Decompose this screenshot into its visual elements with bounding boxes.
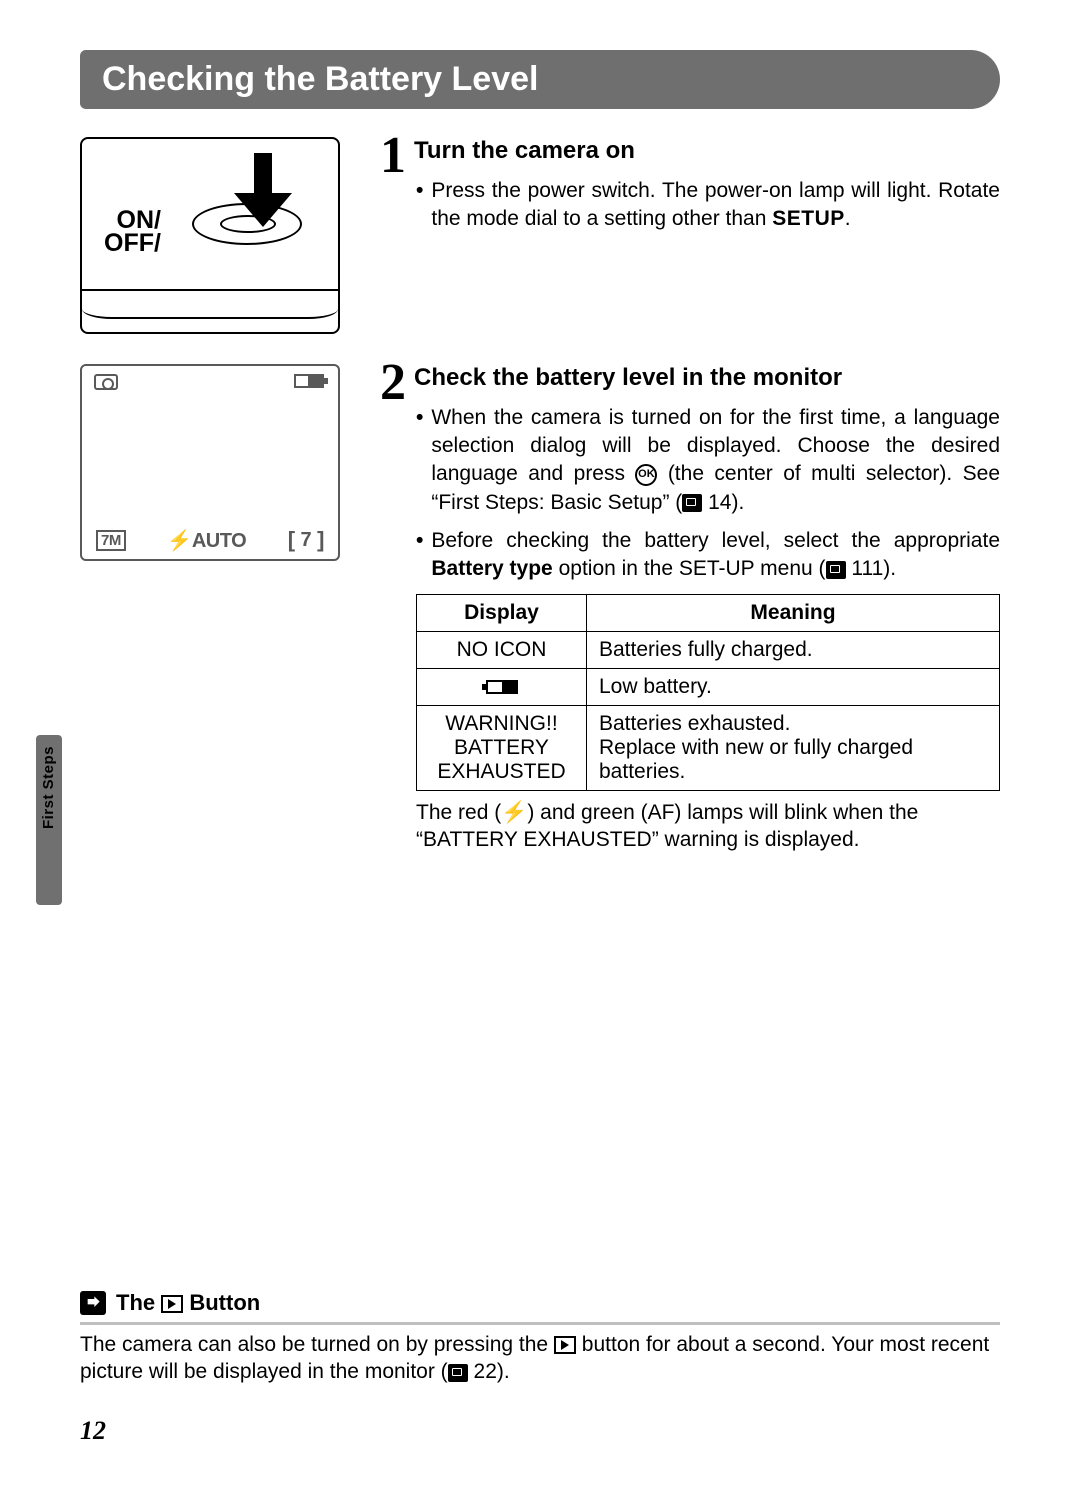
step-1-title: Turn the camera on [414,137,635,165]
display-cell [417,668,587,705]
page-ref-icon [826,561,846,579]
step-1-row: ON/ OFF/ 1 Turn the camera on • [80,137,1000,334]
display-cell: NO ICON [417,631,587,668]
playback-button-icon [554,1336,576,1354]
camera-mode-icon [94,374,118,390]
playback-button-icon [161,1295,183,1313]
illustration-monitor: 7M ⚡AUTO [ 7 ] [80,364,340,854]
table-row: WARNING!! BATTERY EXHAUSTEDBatteries exh… [417,705,1000,790]
meaning-cell: Batteries fully charged. [587,631,1000,668]
resolution-label: 7M [96,530,126,551]
info-icon [80,1291,106,1315]
frame-count: 7 [301,529,312,552]
page-number: 12 [80,1416,106,1446]
illustration-power-switch: ON/ OFF/ [80,137,340,334]
step-2-title: Check the battery level in the monitor [414,364,842,392]
meaning-cell: Low battery. [587,668,1000,705]
page-ref-icon [448,1364,468,1382]
step-2-bullet-1: • When the camera is turned on for the f… [416,404,1000,517]
setup-mode-label: SETUP [772,207,845,230]
col-display: Display [417,594,587,631]
table-row: NO ICONBatteries fully charged. [417,631,1000,668]
low-battery-icon [486,680,518,694]
step-2-bullet-2: • Before checking the battery level, sel… [416,527,1000,584]
chapter-side-label: First Steps [40,746,57,829]
table-footnote: The red (⚡) and green (AF) lamps will bl… [380,799,1000,854]
col-meaning: Meaning [587,594,1000,631]
battery-icon [294,374,324,388]
ok-button-icon: OK [635,464,657,486]
step-1-bullet: • Press the power switch. The power-on l… [416,177,1000,234]
battery-status-table: Display Meaning NO ICONBatteries fully c… [416,594,1000,791]
section-title: Checking the Battery Level [80,50,1000,109]
off-label: OFF [104,229,154,257]
footer-note: The Button The camera can also be turned… [80,1290,1000,1386]
meaning-cell: Batteries exhausted. Replace with new or… [587,705,1000,790]
step-2-number: 2 [380,362,406,404]
flash-bolt-icon: ⚡ [501,801,527,824]
step-2-row: 7M ⚡AUTO [ 7 ] 2 Check the battery level… [80,364,1000,854]
step-1-number: 1 [380,135,406,177]
page-ref-icon [682,494,702,512]
table-row: Low battery. [417,668,1000,705]
flash-auto-label: ⚡AUTO [126,528,288,553]
display-cell: WARNING!! BATTERY EXHAUSTED [417,705,587,790]
